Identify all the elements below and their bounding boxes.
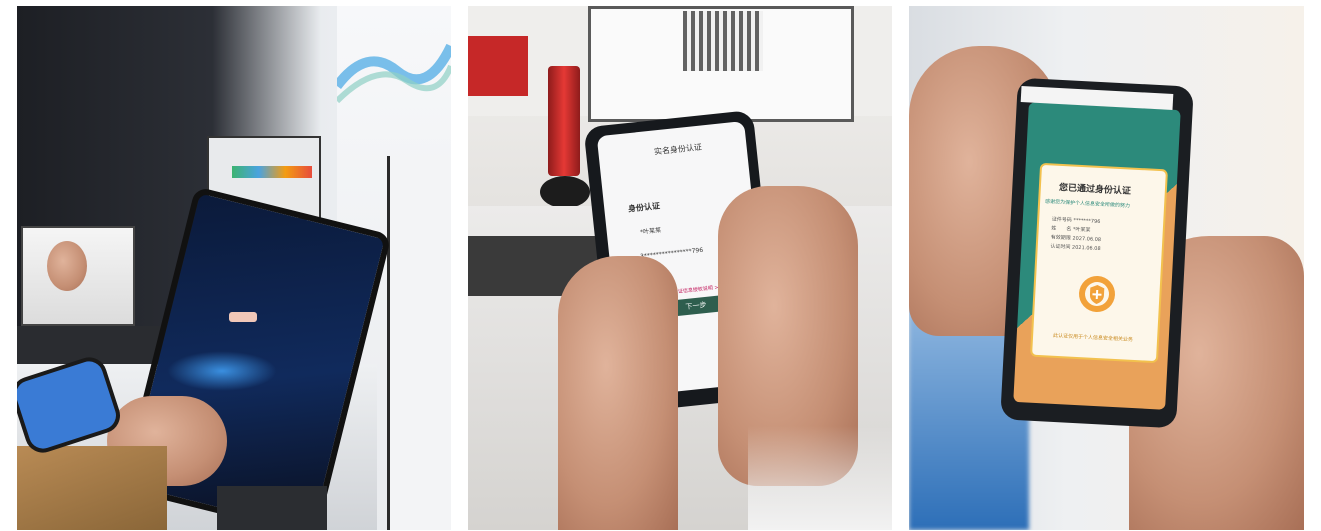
- tablet-stand-base: [217, 486, 327, 530]
- photo-tablet-kiosk: [17, 6, 451, 530]
- left-hand: [558, 256, 678, 530]
- tablet-screen-glow: [167, 351, 277, 391]
- shield-badge-icon: [1079, 276, 1115, 312]
- qr-code: [683, 11, 763, 71]
- person-on-poster: [47, 241, 87, 291]
- white-display-box: [387, 156, 451, 530]
- sleeve-blur: [748, 426, 892, 530]
- red-sign: [468, 36, 528, 96]
- color-strip: [232, 166, 312, 178]
- blue-wave-graphic: [337, 43, 451, 104]
- photo-phone-success: 您已通过身份认证 感谢您为保护个人信息安全所做的努力 证件号码 *******7…: [909, 6, 1304, 530]
- sleeve: [17, 446, 167, 530]
- info-rows: 证件号码 *******796 姓 名 *叶某某 有效期限 2027.06.08…: [1050, 216, 1148, 257]
- photo-phone-form: 实名身份认证 身份认证 *叶某某 3****************796 查看…: [468, 6, 892, 530]
- cylinder-base: [540, 176, 590, 208]
- red-cylinder: [548, 66, 580, 176]
- tablet-screen-button: [229, 312, 257, 322]
